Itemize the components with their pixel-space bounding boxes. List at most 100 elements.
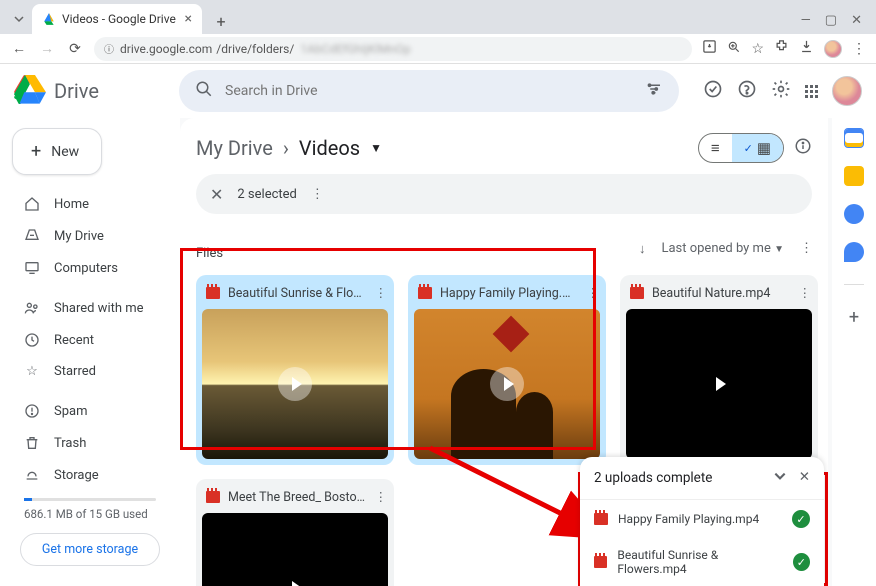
file-thumbnail <box>202 309 388 459</box>
video-file-icon <box>630 287 644 299</box>
upload-panel: 2 uploads complete ✕ Happy Family Playin… <box>580 457 824 586</box>
help-icon[interactable] <box>737 79 757 104</box>
file-card[interactable]: Beautiful Nature.mp4 ⋮ <box>620 275 818 465</box>
file-more-icon[interactable]: ⋮ <box>375 285 387 301</box>
minimize-icon[interactable]: — <box>801 13 811 28</box>
account-avatar[interactable] <box>832 76 862 106</box>
ready-offline-icon[interactable] <box>703 79 723 104</box>
site-info-icon[interactable]: ⓘ <box>104 41 114 56</box>
upload-title: 2 uploads complete <box>594 470 712 486</box>
breadcrumb: My Drive › Videos ▼ ≡ ✓ ▦ <box>196 126 812 170</box>
search-bar[interactable] <box>179 70 679 112</box>
bookmark-icon[interactable]: ☆ <box>751 41 764 57</box>
trash-icon <box>24 435 40 451</box>
contacts-app-icon[interactable] <box>844 242 864 262</box>
sidebar-label: My Drive <box>54 229 104 244</box>
selection-more-icon[interactable]: ⋮ <box>311 187 323 202</box>
file-name: Happy Family Playing.m… <box>440 286 579 301</box>
file-card[interactable]: Meet The Breed_ Boston… ⋮ <box>196 479 394 586</box>
zoom-icon[interactable] <box>727 40 741 58</box>
clear-selection-icon[interactable]: ✕ <box>210 185 223 204</box>
file-more-icon[interactable]: ⋮ <box>375 489 387 505</box>
search-input[interactable] <box>225 83 633 99</box>
sidebar-item-computers[interactable]: Computers <box>12 253 168 283</box>
collapse-icon[interactable] <box>773 469 787 487</box>
file-card[interactable]: Happy Family Playing.m… ⋮ <box>408 275 606 465</box>
back-icon[interactable]: ← <box>10 40 28 57</box>
new-button-label: New <box>51 144 79 160</box>
address-bar[interactable]: ⓘ drive.google.com/drive/folders/ 1AbCdE… <box>94 37 692 61</box>
sidebar-item-starred[interactable]: ☆Starred <box>12 357 168 386</box>
drive-app: Drive + New Home My Drive Computers Shar… <box>0 64 876 586</box>
storage-bar <box>24 498 156 501</box>
sort-direction-icon[interactable]: ↓ <box>639 241 646 257</box>
folder-dropdown-icon[interactable]: ▼ <box>370 141 382 155</box>
tab-title: Videos - Google Drive <box>62 12 176 26</box>
close-window-icon[interactable]: ✕ <box>851 13 862 28</box>
play-icon <box>278 571 312 586</box>
search-options-icon[interactable] <box>645 80 663 102</box>
install-app-icon[interactable] <box>702 39 717 58</box>
file-name: Beautiful Sunrise & Flow… <box>228 286 367 301</box>
list-view-button[interactable]: ≡ <box>699 134 732 162</box>
crumb-current[interactable]: Videos <box>299 136 360 160</box>
spam-icon <box>24 403 40 419</box>
get-storage-button[interactable]: Get more storage <box>20 533 160 566</box>
file-thumbnail <box>414 309 600 459</box>
forward-icon[interactable]: → <box>38 40 56 57</box>
tab-dropdown-icon[interactable] <box>10 10 28 28</box>
sidebar-item-home[interactable]: Home <box>12 189 168 219</box>
upload-item[interactable]: Beautiful Sunrise & Flowers.mp4 ✓ <box>580 538 824 586</box>
url-host: drive.google.com <box>120 42 212 56</box>
sidebar-item-trash[interactable]: Trash <box>12 428 168 458</box>
drive-body: + New Home My Drive Computers Shared wit… <box>0 118 876 586</box>
file-name: Beautiful Nature.mp4 <box>652 286 791 301</box>
play-icon <box>278 367 312 401</box>
maximize-icon[interactable]: ▢ <box>825 13 837 28</box>
keep-app-icon[interactable] <box>844 166 864 186</box>
google-apps-icon[interactable] <box>805 85 818 98</box>
profile-avatar-icon[interactable] <box>824 40 842 58</box>
crumb-my-drive[interactable]: My Drive <box>196 136 273 160</box>
info-icon[interactable] <box>794 136 812 160</box>
view-options-icon[interactable]: ⋮ <box>800 241 812 256</box>
file-card[interactable]: Beautiful Sunrise & Flow… ⋮ <box>196 275 394 465</box>
file-more-icon[interactable]: ⋮ <box>587 285 599 301</box>
sidebar-label: Recent <box>54 333 94 348</box>
calendar-app-icon[interactable] <box>844 128 864 148</box>
drive-logo[interactable]: Drive <box>14 75 169 107</box>
new-tab-button[interactable]: + <box>208 8 234 34</box>
grid-view-button[interactable]: ✓ ▦ <box>732 134 783 162</box>
drive-header-actions <box>703 76 862 106</box>
window-controls: — ▢ ✕ <box>801 13 870 34</box>
view-toggle-group: ≡ ✓ ▦ <box>698 133 812 163</box>
url-folder-id: 1AbCdEfGhIjKlMnOp <box>300 42 410 56</box>
extensions-icon[interactable] <box>774 39 789 58</box>
success-check-icon: ✓ <box>792 510 810 528</box>
upload-item[interactable]: Happy Family Playing.mp4 ✓ <box>580 500 824 538</box>
add-app-icon[interactable]: + <box>849 307 859 328</box>
sidebar-item-my-drive[interactable]: My Drive <box>12 221 168 251</box>
sidebar-label: Home <box>54 197 89 212</box>
downloads-icon[interactable] <box>799 39 814 58</box>
sidebar-item-spam[interactable]: Spam <box>12 396 168 426</box>
sidebar-item-shared[interactable]: Shared with me <box>12 293 168 323</box>
video-file-icon <box>594 556 607 568</box>
sidebar-item-recent[interactable]: Recent <box>12 325 168 355</box>
close-panel-icon[interactable]: ✕ <box>799 469 810 487</box>
upload-panel-header: 2 uploads complete ✕ <box>580 457 824 500</box>
file-name: Meet The Breed_ Boston… <box>228 490 367 505</box>
search-icon <box>195 80 213 102</box>
chevron-right-icon: › <box>283 136 289 160</box>
settings-icon[interactable] <box>771 79 791 104</box>
file-more-icon[interactable]: ⋮ <box>799 285 811 301</box>
sort-label[interactable]: Last opened by me ▼ <box>661 241 784 256</box>
browser-tab[interactable]: Videos - Google Drive × <box>32 4 202 34</box>
close-tab-icon[interactable]: × <box>185 11 192 27</box>
new-button[interactable]: + New <box>12 128 102 175</box>
sidebar-item-storage[interactable]: Storage <box>12 460 168 490</box>
success-check-icon: ✓ <box>793 553 810 571</box>
tasks-app-icon[interactable] <box>844 204 864 224</box>
reload-icon[interactable]: ⟳ <box>66 41 84 57</box>
browser-menu-icon[interactable]: ⋮ <box>852 41 866 57</box>
